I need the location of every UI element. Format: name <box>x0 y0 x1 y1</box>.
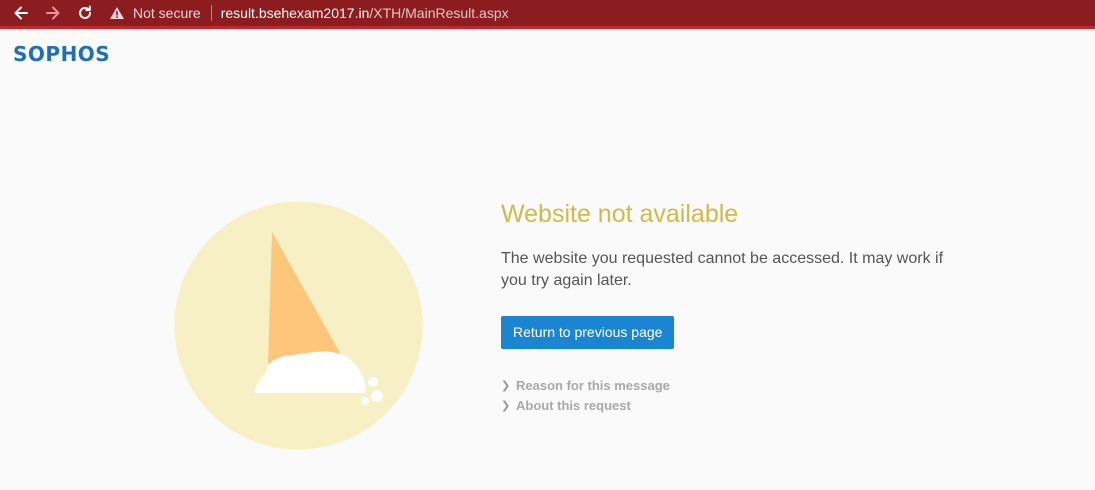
reload-button[interactable] <box>69 0 101 26</box>
drip-drop <box>371 390 383 402</box>
drip-drop <box>361 397 369 405</box>
address-bar[interactable]: Not secure result.bsehexam2017.in /XTH/M… <box>109 0 509 26</box>
error-panel: Website not available The website you re… <box>501 198 961 415</box>
forward-button[interactable] <box>37 0 69 26</box>
address-separator <box>210 5 212 21</box>
chevron-right-icon: ❯ <box>501 379 511 392</box>
browser-toolbar: Not secure result.bsehexam2017.in /XTH/M… <box>0 0 1095 29</box>
url-host[interactable]: result.bsehexam2017.in <box>221 5 370 21</box>
about-request-link[interactable]: ❯ About this request <box>501 395 961 415</box>
error-description: The website you requested cannot be acce… <box>501 250 944 289</box>
reason-link-label[interactable]: Reason for this message <box>516 378 670 393</box>
page-title: Website not available <box>501 200 739 228</box>
arrow-left-icon <box>14 6 28 20</box>
drip-drop <box>368 377 378 387</box>
dropped-ice-cream-icon <box>174 201 424 456</box>
chevron-right-icon: ❯ <box>501 399 511 412</box>
about-request-link-label[interactable]: About this request <box>516 398 631 413</box>
not-secure-label[interactable]: Not secure <box>133 5 201 21</box>
sophos-logo: SOPHOS <box>13 42 111 66</box>
reason-link[interactable]: ❯ Reason for this message <box>501 375 961 395</box>
arrow-right-icon <box>46 6 60 20</box>
back-button[interactable] <box>5 0 37 26</box>
return-button[interactable]: Return to previous page <box>501 316 675 349</box>
url-path[interactable]: /XTH/MainResult.aspx <box>369 5 508 21</box>
info-links: ❯ Reason for this message ❯ About this r… <box>501 375 961 415</box>
reload-icon <box>79 5 91 19</box>
warning-icon[interactable] <box>109 6 125 20</box>
